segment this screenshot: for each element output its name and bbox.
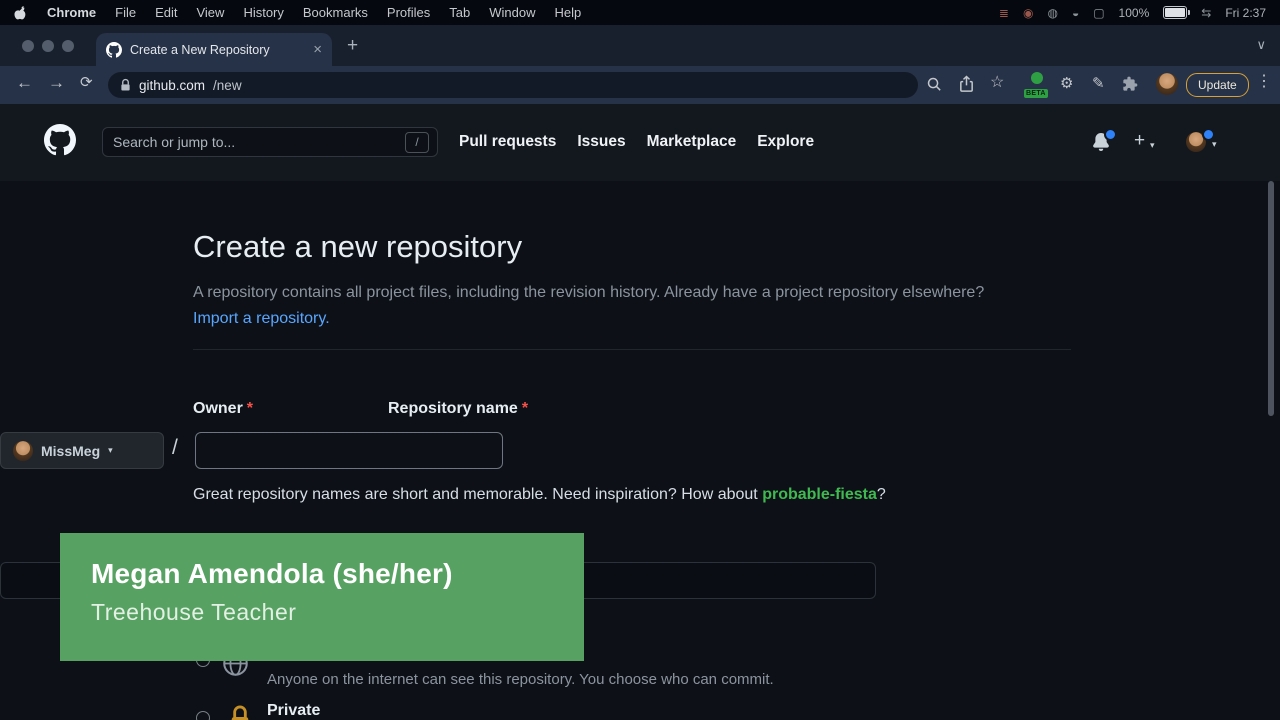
lock-private-icon: [228, 704, 252, 720]
beta-extension-icon[interactable]: BETA: [1024, 71, 1050, 98]
battery-icon[interactable]: [1163, 6, 1187, 19]
public-description: Anyone on the internet can see this repo…: [267, 671, 774, 688]
tab-title: Create a New Repository: [130, 43, 305, 57]
private-label[interactable]: Private: [267, 702, 320, 720]
address-bar[interactable]: github.com/new: [108, 72, 918, 98]
beta-extension-dot: [1031, 72, 1043, 84]
nav-issues[interactable]: Issues: [577, 133, 625, 151]
github-favicon: [106, 42, 122, 58]
hint-text-after: ?: [877, 486, 886, 503]
section-divider: [193, 349, 1071, 350]
status-switch-icon[interactable]: ⇆: [1201, 7, 1211, 19]
owner-select-button[interactable]: MissMeg ▾: [0, 432, 164, 469]
menubar-status-cluster: ≣ ◉ ◍ ◒ ▢ 100% ⇆ Fri 2:37: [999, 6, 1266, 20]
gear-extension-icon[interactable]: ⚙: [1060, 76, 1073, 91]
zoom-icon[interactable]: [926, 76, 943, 93]
owner-required-asterisk: *: [247, 400, 253, 417]
menubar-item-edit[interactable]: Edit: [155, 5, 177, 20]
menubar-item-help[interactable]: Help: [555, 5, 582, 20]
presenter-name-card: Megan Amendola (she/her) Treehouse Teach…: [60, 533, 584, 661]
browser-tab[interactable]: Create a New Repository ×: [96, 33, 332, 66]
owner-avatar: [13, 441, 33, 461]
chrome-profile-avatar[interactable]: [1156, 73, 1178, 95]
status-record-icon[interactable]: ◉: [1023, 7, 1033, 19]
status-rows-icon[interactable]: ≣: [999, 7, 1009, 19]
presenter-role: Treehouse Teacher: [91, 599, 584, 626]
page-scrollbar-thumb[interactable]: [1268, 181, 1274, 416]
url-domain: github.com: [139, 78, 205, 93]
status-shade-icon[interactable]: ◒: [1072, 7, 1079, 19]
browser-toolbar: ← → ⟳ github.com/new ☆ BETA ⚙ ✎ Update ⋮: [0, 66, 1280, 104]
menubar-item-bookmarks[interactable]: Bookmarks: [303, 5, 368, 20]
github-nav: Pull requests Issues Marketplace Explore: [459, 133, 814, 151]
pen-extension-icon[interactable]: ✎: [1092, 76, 1105, 91]
name-suggestion-hint: Great repository names are short and mem…: [193, 486, 1071, 504]
menubar-item-window[interactable]: Window: [489, 5, 535, 20]
tab-search-chevron-icon[interactable]: ∨: [1256, 38, 1266, 51]
window-zoom-button[interactable]: [62, 40, 74, 52]
new-tab-button[interactable]: +: [347, 36, 358, 55]
menubar-item-history[interactable]: History: [243, 5, 283, 20]
apple-menu-icon[interactable]: [14, 5, 28, 21]
import-repository-link[interactable]: Import a repository.: [193, 310, 330, 327]
repo-name-label-text: Repository name: [388, 400, 518, 417]
window-minimize-button[interactable]: [42, 40, 54, 52]
back-button[interactable]: ←: [16, 74, 33, 91]
repo-required-asterisk: *: [522, 400, 528, 417]
extensions-puzzle-icon[interactable]: [1122, 76, 1138, 92]
intro-text: A repository contains all project files,…: [193, 284, 984, 301]
reload-button[interactable]: ⟳: [80, 75, 93, 90]
chrome-menu-kebab-icon[interactable]: ⋮: [1256, 74, 1272, 90]
nav-marketplace[interactable]: Marketplace: [647, 133, 737, 151]
share-icon[interactable]: [958, 75, 975, 93]
hint-text-before: Great repository names are short and mem…: [193, 486, 762, 503]
beta-badge: BETA: [1024, 89, 1048, 98]
repo-name-label: Repository name*: [388, 400, 1266, 418]
owner-caret-icon: ▾: [108, 445, 113, 456]
screen: Chrome File Edit View History Bookmarks …: [0, 0, 1280, 720]
window-close-button[interactable]: [22, 40, 34, 52]
bookmark-star-icon[interactable]: ☆: [990, 75, 1004, 91]
github-search-box[interactable]: /: [102, 127, 438, 157]
menubar-left: Chrome File Edit View History Bookmarks …: [14, 5, 581, 21]
menubar-item-file[interactable]: File: [115, 5, 136, 20]
update-label: Update: [1198, 78, 1237, 92]
private-radio[interactable]: [196, 711, 210, 720]
tab-close-icon[interactable]: ×: [313, 42, 322, 57]
suggested-name-link[interactable]: probable-fiesta: [762, 486, 877, 503]
user-menu-caret-icon: ▾: [1212, 139, 1217, 150]
repository-name-input[interactable]: [195, 432, 503, 469]
chrome-update-button[interactable]: Update: [1186, 73, 1249, 97]
status-display-icon[interactable]: ▢: [1093, 7, 1104, 19]
forward-button[interactable]: →: [48, 74, 65, 91]
macos-menubar: Chrome File Edit View History Bookmarks …: [0, 0, 1280, 25]
menubar-item-tab[interactable]: Tab: [449, 5, 470, 20]
status-mode-icon[interactable]: ◍: [1047, 7, 1057, 19]
url-path: /new: [213, 78, 242, 93]
intro-paragraph: A repository contains all project files,…: [193, 280, 1011, 332]
owner-label-text: Owner: [193, 400, 243, 417]
github-logo[interactable]: [44, 124, 76, 156]
menubar-item-view[interactable]: View: [196, 5, 224, 20]
battery-percent: 100%: [1119, 6, 1150, 20]
presenter-name: Megan Amendola (she/her): [91, 558, 584, 590]
nav-pull-requests[interactable]: Pull requests: [459, 133, 556, 151]
menubar-item-profiles[interactable]: Profiles: [387, 5, 430, 20]
nav-explore[interactable]: Explore: [757, 133, 814, 151]
page-title: Create a new repository: [193, 229, 1071, 265]
create-new-caret-icon: ▾: [1150, 140, 1155, 151]
browser-tab-strip: Create a New Repository × + ∨: [0, 25, 1280, 66]
menubar-item-chrome[interactable]: Chrome: [47, 5, 96, 20]
lock-icon[interactable]: [120, 78, 131, 92]
menubar-clock[interactable]: Fri 2:37: [1225, 6, 1266, 20]
slash-key-hint: /: [405, 132, 429, 153]
owner-name: MissMeg: [41, 443, 100, 459]
create-new-plus-icon[interactable]: +: [1134, 130, 1145, 152]
notification-dot: [1104, 128, 1117, 141]
github-search-input[interactable]: [111, 133, 405, 151]
